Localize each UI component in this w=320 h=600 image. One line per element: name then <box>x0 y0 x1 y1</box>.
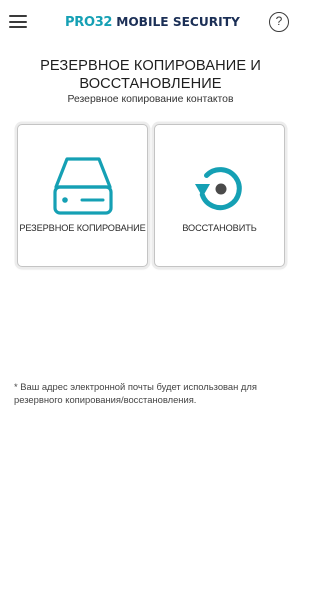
app-header: PRO32 MOBILE SECURITY ? <box>0 0 301 44</box>
menu-bar-line <box>9 26 27 29</box>
menu-bar-line <box>9 20 27 23</box>
hamburger-menu-icon[interactable] <box>9 15 27 29</box>
page-title: РЕЗЕРВНОЕ КОПИРОВАНИЕ И ВОССТАНОВЛЕНИЕ <box>40 58 261 92</box>
restore-icon <box>194 167 242 211</box>
logo-product: MOBILE SECURITY <box>116 15 240 29</box>
backup-label: РЕЗЕРВНОЕ КОПИРОВАНИЕ <box>19 223 146 233</box>
help-button[interactable]: ? <box>269 12 289 32</box>
app-screen: PRO32 MOBILE SECURITY ? РЕЗЕРВНОЕ КОПИРО… <box>0 0 301 600</box>
restore-label: ВОССТАНОВИТЬ <box>182 223 257 233</box>
backup-button[interactable]: РЕЗЕРВНОЕ КОПИРОВАНИЕ <box>17 124 148 267</box>
restore-button[interactable]: ВОССТАНОВИТЬ <box>154 124 285 267</box>
page-subtitle: Резервное копирование контактов <box>67 94 234 105</box>
email-footnote: * Ваш адрес электронной почты будет испо… <box>14 381 257 405</box>
app-logo: PRO32 MOBILE SECURITY <box>65 14 240 30</box>
logo-brand: PRO32 <box>65 14 113 30</box>
menu-bar-line <box>9 15 27 18</box>
hard-drive-icon <box>52 157 113 215</box>
